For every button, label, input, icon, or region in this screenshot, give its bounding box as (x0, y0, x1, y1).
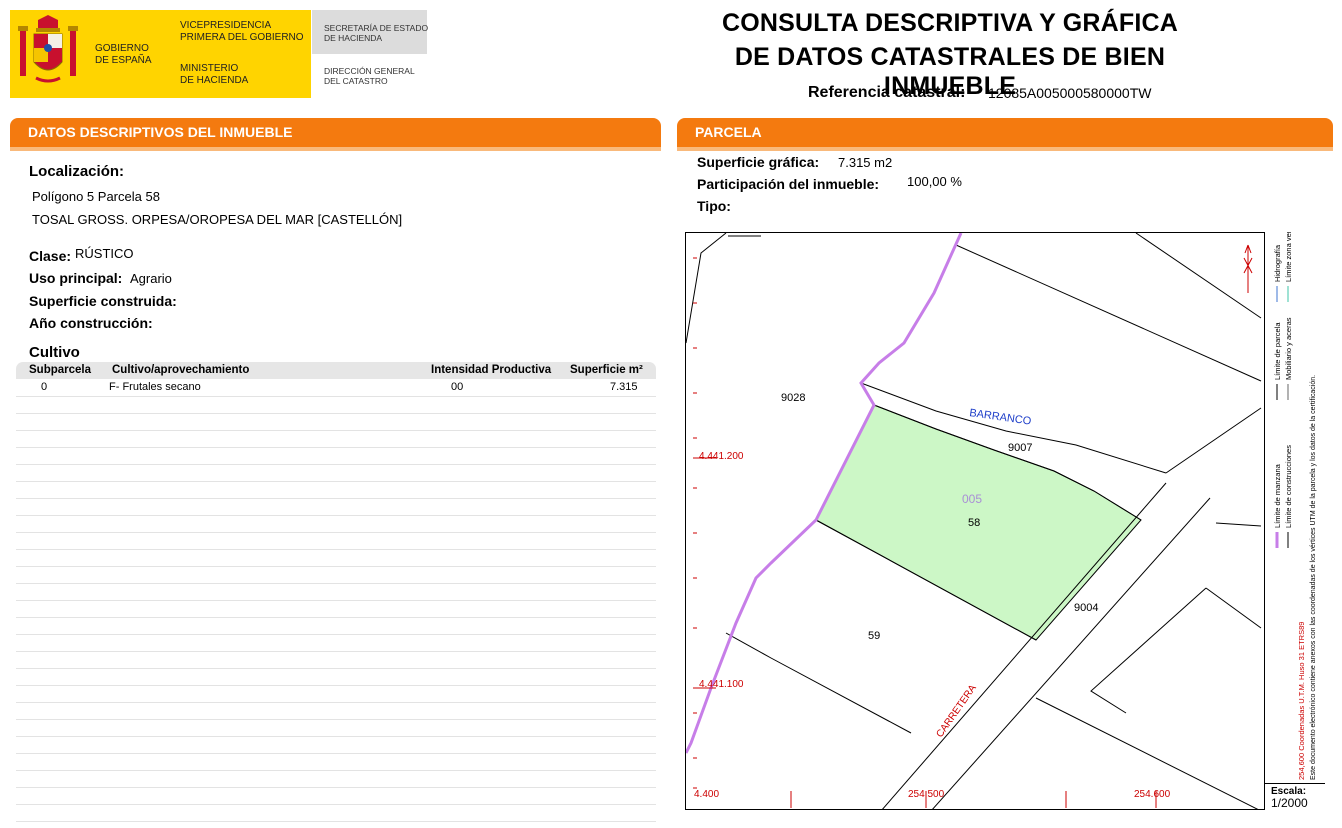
cell-superficie: 7.315 (610, 381, 638, 393)
empty-table-row (16, 635, 656, 652)
column-header-subparcela: Subparcela (29, 364, 91, 376)
empty-table-row (16, 448, 656, 465)
localizacion-label: Localización: (29, 163, 125, 180)
empty-table-row (16, 533, 656, 550)
empty-table-row (16, 414, 656, 431)
empty-table-row (16, 737, 656, 754)
legend-coordinates: 254,600 Coordenadas U.T.M. Huso 31 ETRS8… (1297, 622, 1306, 780)
legend-manzana: Límite de manzana (1273, 463, 1282, 528)
cultivo-table: Subparcela Cultivo/aprovechamiento Inten… (16, 362, 656, 822)
empty-table-row (16, 652, 656, 669)
empty-table-row (16, 805, 656, 822)
map-legend: Límite de manzana Límite de parcela Hidr… (1273, 232, 1317, 780)
page-title-line1: CONSULTA DESCRIPTIVA Y GRÁFICA (721, 9, 1179, 37)
empty-table-row (16, 465, 656, 482)
coat-of-arms-icon (18, 15, 78, 83)
empty-table-row (16, 601, 656, 618)
clase-label: Clase: (29, 248, 72, 264)
cultivo-table-header: Subparcela Cultivo/aprovechamiento Inten… (16, 362, 656, 379)
logo-gobierno: GOBIERNO DE ESPAÑA (95, 43, 152, 66)
empty-table-row (16, 584, 656, 601)
coord-label-x2: 254.600 (1134, 789, 1171, 800)
section-bar-datos: DATOS DESCRIPTIVOS DEL INMUEBLE (10, 118, 661, 147)
empty-table-row (16, 703, 656, 720)
empty-table-row (16, 669, 656, 686)
clase-value: RÚSTICO (75, 246, 134, 261)
empty-table-row (16, 499, 656, 516)
coord-label-y2: 4.441.100 (699, 679, 744, 690)
superficie-construida-label: Superficie construida: (29, 293, 177, 309)
anio-construccion-label: Año construcción: (29, 315, 153, 331)
cell-intensidad: 00 (451, 381, 464, 393)
logo-vicepresidencia: VICEPRESIDENCIA PRIMERA DEL GOBIERNO (180, 20, 304, 43)
parcel-boundary (1215, 522, 1262, 527)
uso-label: Uso principal: (29, 270, 123, 286)
empty-table-rows (16, 397, 656, 822)
coord-label-x1: 254.500 (908, 789, 945, 800)
map-canvas: 9028 9007 005 58 9004 59 BARRANCO CARRET… (686, 233, 1262, 809)
legend-hidrografia: Hidrografía (1273, 244, 1282, 282)
empty-table-row (16, 482, 656, 499)
referencia-label: Referencia catastral: (808, 84, 966, 101)
legend-zona-verde: Límite zona verde (1284, 232, 1293, 282)
parcel-boundary (1135, 233, 1262, 319)
tipo-label: Tipo: (697, 198, 731, 214)
coord-label-x0: 4.400 (694, 789, 719, 800)
participacion-value: 100,00 % (907, 174, 962, 189)
column-header-superficie: Superficie m² (570, 364, 643, 376)
cadastral-map: 9028 9007 005 58 9004 59 BARRANCO CARRET… (685, 232, 1325, 810)
parcel-label-58: 58 (968, 517, 980, 529)
parcel-label-59: 59 (868, 630, 880, 642)
parcel-boundary (955, 244, 1262, 382)
empty-table-row (16, 754, 656, 771)
street-label-carretera: CARRETERA (934, 683, 979, 740)
empty-table-row (16, 720, 656, 737)
parcel-label-9028: 9028 (781, 392, 805, 404)
participacion-label: Participación del inmueble: (697, 176, 880, 192)
legend-construcciones: Límite de construcciones (1284, 445, 1293, 528)
logo-direccion: DIRECCIÓN GENERAL DEL CATASTRO (324, 66, 415, 86)
parcel-label-005: 005 (962, 492, 982, 506)
parcel-boundary (686, 233, 727, 344)
referencia-value: 12085A005000580000TW (988, 85, 1152, 101)
superficie-grafica-value: 7.315 m2 (838, 155, 893, 170)
uso-value: Agrario (130, 271, 172, 286)
column-header-intensidad: Intensidad Productiva (431, 364, 552, 376)
cultivo-title: Cultivo (29, 344, 80, 361)
empty-table-row (16, 567, 656, 584)
empty-table-row (16, 431, 656, 448)
parcel-boundary (1165, 407, 1262, 474)
empty-table-row (16, 771, 656, 788)
coord-label-y1: 4.441.200 (699, 451, 744, 462)
cell-cultivo: F- Frutales secano (109, 381, 201, 393)
parcel-boundary (725, 632, 912, 734)
legend-note: Este documento electrónico contiene anex… (1310, 375, 1317, 780)
cell-subparcela: 0 (41, 381, 48, 393)
superficie-grafica-label: Superficie gráfica: (697, 154, 820, 170)
section-bar-shadow (10, 147, 661, 151)
parcel-boundary (1090, 587, 1207, 714)
parcel-boundary (1205, 587, 1262, 629)
parcel-label-9007: 9007 (1008, 442, 1032, 454)
empty-table-row (16, 550, 656, 567)
empty-table-row (16, 516, 656, 533)
table-row: 0 F- Frutales secano 00 7.315 (16, 379, 656, 397)
localizacion-line2: TOSAL GROSS. ORPESA/OROPESA DEL MAR [CAS… (32, 212, 403, 227)
empty-table-row (16, 686, 656, 703)
empty-table-row (16, 397, 656, 414)
section-bar-shadow (677, 147, 1333, 151)
parcel-label-9004: 9004 (1074, 602, 1098, 614)
street-label-barranco: BARRANCO (969, 407, 1033, 428)
column-header-cultivo: Cultivo/aprovechamiento (112, 364, 250, 376)
logo-ministerio: MINISTERIO DE HACIENDA (180, 63, 249, 86)
legend-mobiliario: Mobiliario y aceras (1284, 317, 1293, 380)
scale-value: 1/2000 (1271, 796, 1308, 810)
legend-parcela: Límite de parcela (1273, 322, 1282, 380)
logo-secretaria: SECRETARÍA DE ESTADO DE HACIENDA (324, 23, 429, 43)
empty-table-row (16, 788, 656, 805)
localizacion-line1: Polígono 5 Parcela 58 (32, 189, 160, 204)
north-arrow-icon (1243, 244, 1253, 293)
section-bar-parcela: PARCELA (677, 118, 1333, 147)
empty-table-row (16, 618, 656, 635)
